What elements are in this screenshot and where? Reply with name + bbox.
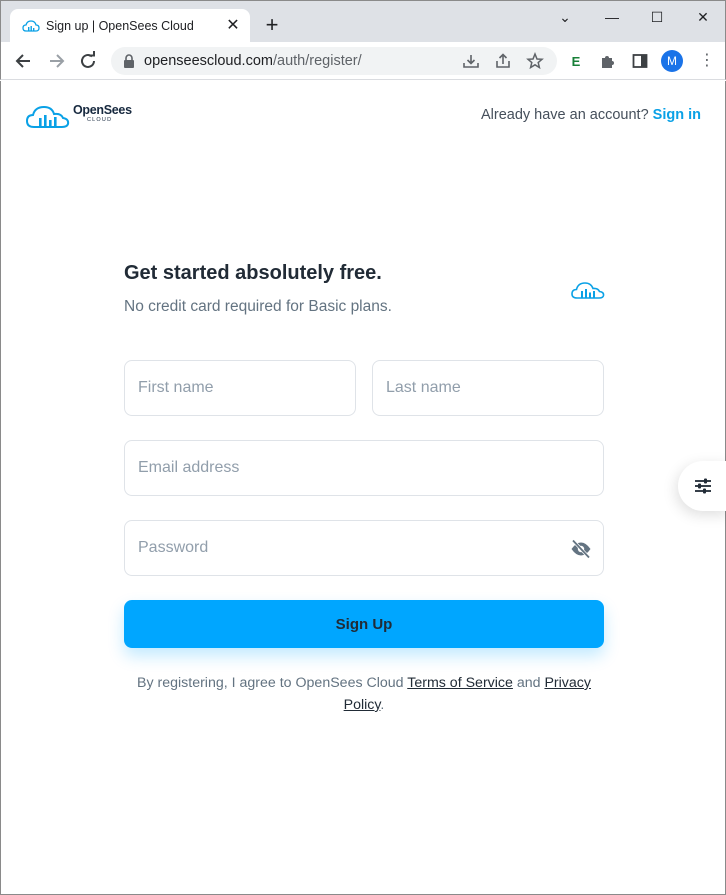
forward-arrow-icon[interactable] bbox=[43, 48, 69, 74]
settings-sliders-icon bbox=[695, 478, 711, 494]
page-subtitle: No credit card required for Basic plans. bbox=[124, 298, 392, 315]
sidepanel-icon[interactable] bbox=[631, 52, 649, 70]
svg-text:E: E bbox=[572, 54, 581, 69]
first-name-input[interactable] bbox=[138, 361, 348, 415]
last-name-field[interactable] bbox=[372, 360, 604, 416]
eye-off-icon[interactable] bbox=[570, 539, 592, 559]
close-window-button[interactable]: ✕ bbox=[688, 7, 718, 27]
profile-avatar[interactable]: M bbox=[661, 50, 683, 72]
back-arrow-icon[interactable] bbox=[11, 48, 37, 74]
extension-e-icon[interactable]: E bbox=[567, 52, 585, 70]
address-bar[interactable]: openseescloud.com/auth/register/ bbox=[111, 47, 557, 75]
password-input[interactable] bbox=[138, 521, 558, 575]
cloud-favicon-icon bbox=[22, 20, 40, 32]
url-text: openseescloud.com/auth/register/ bbox=[144, 53, 362, 69]
logo-text: OpenSees bbox=[73, 103, 132, 117]
new-tab-button[interactable]: + bbox=[261, 14, 283, 37]
last-name-input[interactable] bbox=[386, 361, 596, 415]
download-icon[interactable] bbox=[462, 52, 480, 70]
signin-link[interactable]: Sign in bbox=[653, 107, 701, 123]
minimize-button[interactable]: — bbox=[597, 7, 627, 27]
terms-prefix: By registering, I agree to OpenSees Clou… bbox=[137, 675, 408, 691]
cloud-logo-icon bbox=[25, 105, 70, 128]
settings-drawer-button[interactable] bbox=[678, 461, 726, 511]
url-host: openseescloud.com bbox=[144, 53, 273, 69]
cloud-icon bbox=[571, 282, 605, 299]
have-account-prompt: Already have an account? Sign in bbox=[481, 107, 701, 123]
terms-of-service-link[interactable]: Terms of Service bbox=[407, 675, 513, 691]
have-account-text: Already have an account? bbox=[480, 107, 649, 123]
page-title: Get started absolutely free. bbox=[124, 262, 382, 284]
browser-toolbar: openseescloud.com/auth/register/ E M ⋮ bbox=[0, 42, 726, 80]
first-name-field[interactable] bbox=[124, 360, 356, 416]
signup-button[interactable]: Sign Up bbox=[124, 600, 604, 648]
reload-icon[interactable] bbox=[75, 48, 101, 74]
opensees-logo[interactable]: OpenSees CLOUD bbox=[25, 101, 135, 131]
terms-and: and bbox=[512, 675, 545, 691]
password-field[interactable] bbox=[124, 520, 604, 576]
page-content: OpenSees CLOUD Already have an account? S… bbox=[0, 81, 726, 895]
browser-menu-icon[interactable]: ⋮ bbox=[699, 51, 715, 71]
browser-tabbar: Sign up | OpenSees Cloud ✕ + ⌄ — ☐ ✕ bbox=[0, 0, 726, 43]
terms-suffix: . bbox=[380, 697, 385, 713]
tab-title: Sign up | OpenSees Cloud bbox=[46, 19, 194, 33]
star-icon[interactable] bbox=[526, 52, 544, 70]
lock-icon bbox=[124, 54, 134, 68]
browser-tab[interactable]: Sign up | OpenSees Cloud ✕ bbox=[10, 9, 250, 43]
share-icon[interactable] bbox=[494, 52, 512, 70]
email-input[interactable] bbox=[138, 441, 596, 495]
terms-text: By registering, I agree to OpenSees Clou… bbox=[124, 672, 604, 716]
maximize-button[interactable]: ☐ bbox=[642, 7, 672, 27]
tab-close-icon[interactable]: ✕ bbox=[224, 17, 242, 35]
url-path: /auth/register/ bbox=[272, 53, 362, 69]
tab-search-icon[interactable]: ⌄ bbox=[550, 7, 580, 27]
logo-subtext: CLOUD bbox=[87, 117, 113, 123]
email-field[interactable] bbox=[124, 440, 604, 496]
puzzle-icon[interactable] bbox=[599, 52, 617, 70]
